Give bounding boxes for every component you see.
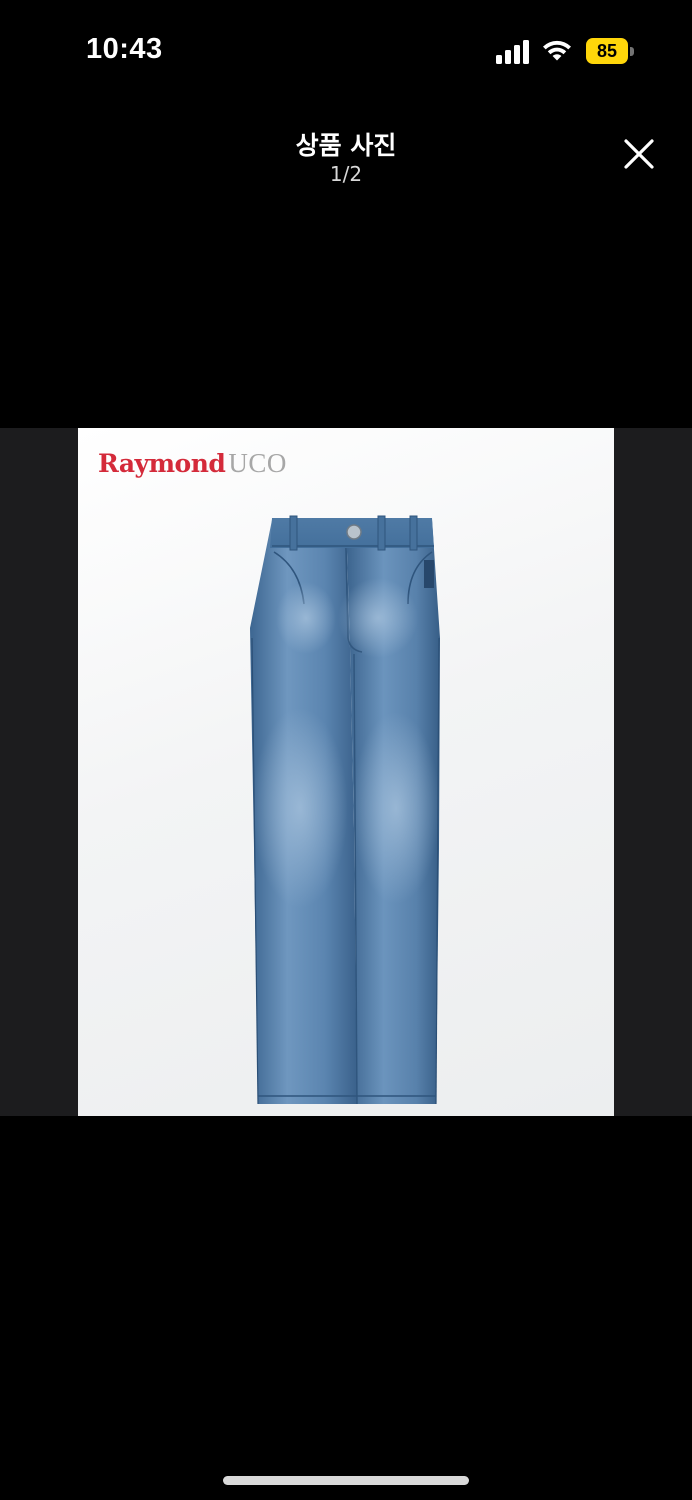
brand-sub: UCO bbox=[228, 448, 287, 478]
brand-logo: Raymond UCO bbox=[98, 448, 287, 482]
battery-level: 85 bbox=[596, 41, 618, 61]
home-indicator[interactable] bbox=[223, 1476, 469, 1485]
brand-name: Raymond bbox=[98, 449, 226, 478]
battery-icon: 85 bbox=[586, 38, 636, 64]
wifi-icon bbox=[543, 40, 571, 61]
close-button[interactable] bbox=[615, 128, 663, 176]
page-title: 상품 사진 bbox=[295, 131, 397, 160]
status-time: 10:43 bbox=[86, 33, 163, 65]
battery-cap bbox=[630, 47, 634, 56]
status-bar: 10:43 85 bbox=[0, 0, 692, 100]
product-photo[interactable]: Raymond UCO bbox=[78, 428, 614, 1116]
close-icon bbox=[624, 139, 654, 169]
jeans-image bbox=[250, 515, 440, 1105]
image-counter: 1/2 bbox=[329, 162, 363, 186]
signal-icon bbox=[496, 40, 529, 64]
viewer-header: 상품 사진 1/2 bbox=[0, 120, 692, 200]
